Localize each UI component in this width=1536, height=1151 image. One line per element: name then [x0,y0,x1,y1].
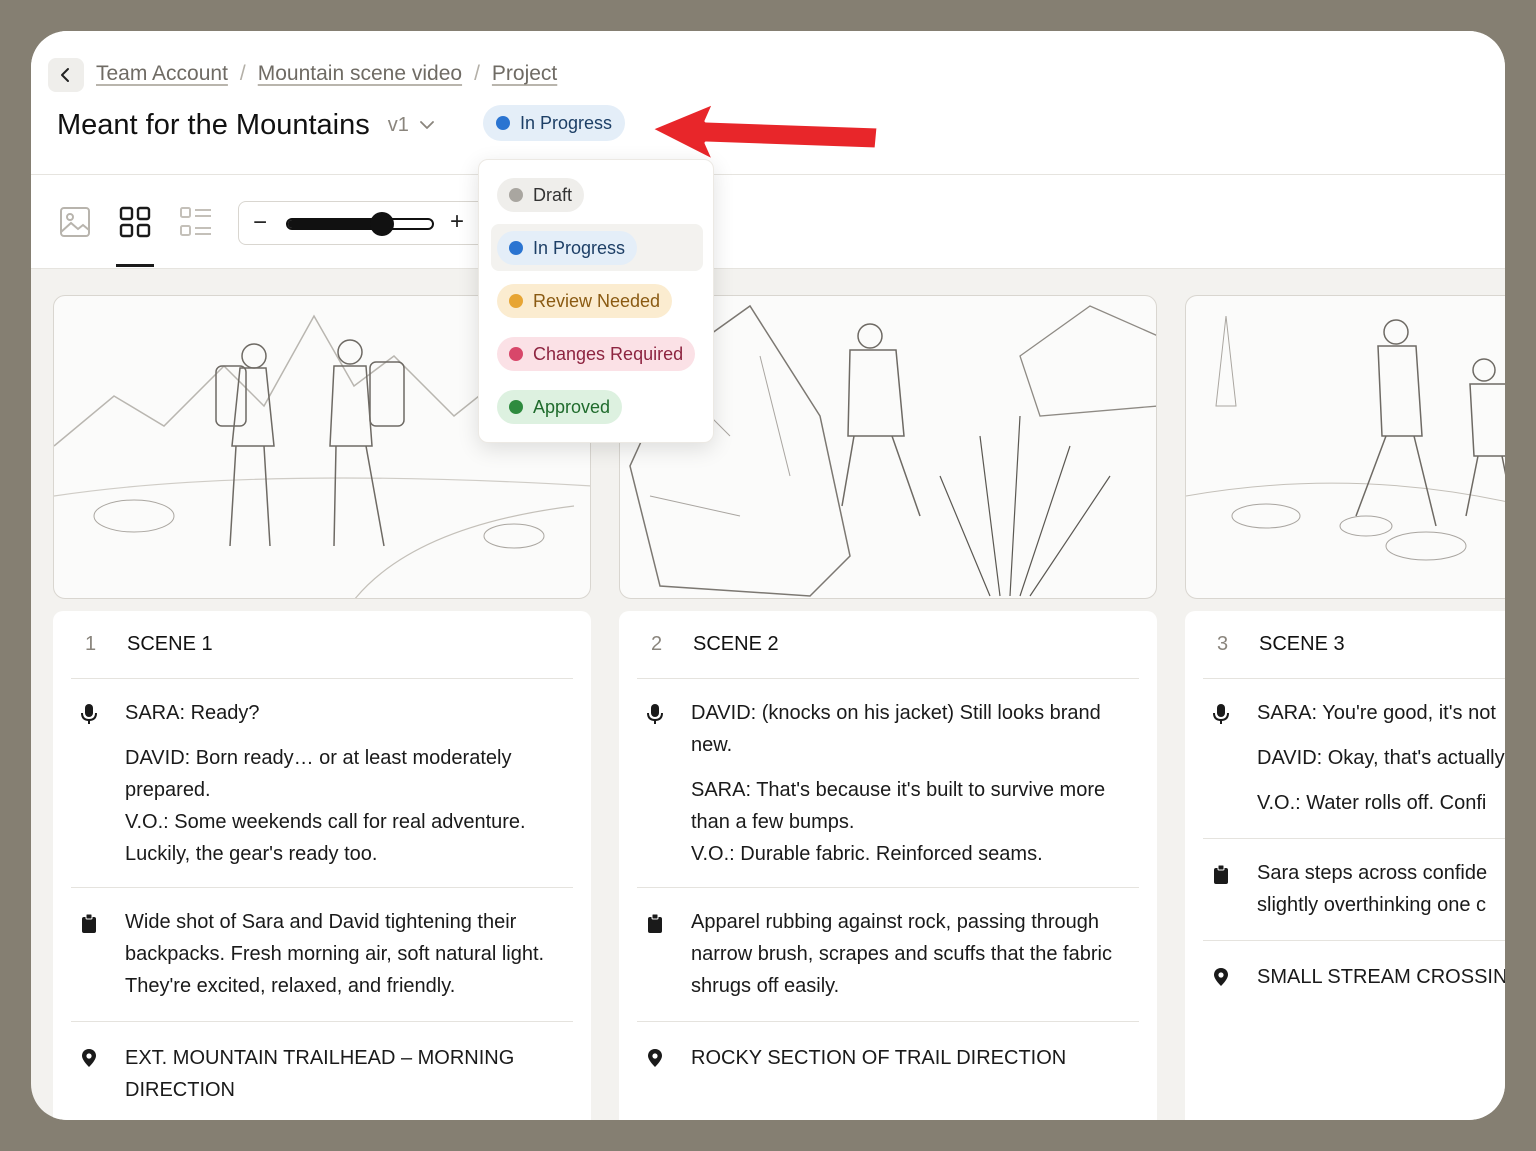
clipboard-icon [1214,865,1228,884]
list-view-icon[interactable] [179,206,213,238]
breadcrumb: Team Account / Mountain scene video / Pr… [96,62,557,86]
scene-card-2: 2 SCENE 2 DAVID: (knocks on his jacket) … [619,611,1157,1120]
page-header: Team Account / Mountain scene video / Pr… [31,31,1505,175]
scene-title[interactable]: SCENE 2 [693,633,779,656]
dialogue-line: SARA: You're good, it's not [1257,702,1496,724]
red-arrow-annotation [649,101,880,163]
status-option-draft[interactable]: Draft [497,178,585,212]
status-option-label: In Progress [533,237,626,258]
zoom-slider-fill [288,220,382,228]
view-toolbar: − + [31,175,1505,269]
zoom-in-button[interactable]: + [450,208,464,236]
status-dot [509,188,523,202]
dialogue-text: DAVID: (knocks on his jacket) Still look… [691,697,1139,870]
dialogue-section: SARA: You're good, it's not DAVID: Okay,… [1203,679,1505,839]
scene-3-sketch [1186,315,1505,561]
status-dot [509,294,523,308]
status-option-label: Review Needed [533,290,661,311]
status-dot [509,347,523,361]
description-text: Wide shot of Sara and David tightening t… [125,906,573,1002]
zoom-out-button[interactable]: − [253,209,267,237]
dialogue-line: V.O.: Water rolls off. Confi [1257,792,1487,814]
status-dot [509,400,523,414]
status-dot [509,241,523,255]
scene-number: 1 [85,633,97,655]
status-badge[interactable]: In Progress [483,105,626,141]
status-option-label: Changes Required [533,343,684,364]
breadcrumb-separator: / [239,62,246,85]
dialogue-text: SARA: Ready? DAVID: Born ready… or at le… [125,697,573,870]
scene-3-image[interactable] [1185,295,1505,599]
status-option-changes-required[interactable]: Changes Required [497,337,696,371]
breadcrumb-separator: / [474,62,480,85]
active-view-indicator [116,264,154,267]
description-line: Apparel rubbing against rock, passing th… [691,911,1112,997]
scene-number: 3 [1217,633,1229,655]
description-section: Apparel rubbing against rock, passing th… [637,888,1139,1022]
status-option-label: Draft [533,184,573,205]
dialogue-section: SARA: Ready? DAVID: Born ready… or at le… [71,679,573,888]
location-line: ROCKY SECTION OF TRAIL DIRECTION [691,1047,1067,1069]
breadcrumb-project[interactable]: Project [492,62,557,86]
description-section: Sara steps across confide slightly overt… [1203,839,1505,941]
version-selector[interactable]: v1 [388,114,409,137]
zoom-slider[interactable] [286,218,434,230]
status-option-in-progress[interactable]: In Progress [497,231,638,265]
clipboard-icon [648,914,662,933]
description-section: Wide shot of Sara and David tightening t… [71,888,573,1022]
location-text: ROCKY SECTION OF TRAIL DIRECTION [691,1042,1139,1074]
chevron-left-icon [61,68,69,82]
chevron-down-icon[interactable] [419,120,435,130]
breadcrumb-team-account[interactable]: Team Account [96,62,228,86]
dialogue-line: DAVID: Born ready… or at least moderatel… [125,747,526,865]
location-pin-icon [1214,968,1228,986]
location-section: ROCKY SECTION OF TRAIL DIRECTION [637,1022,1139,1120]
page-title: Meant for the Mountains [57,108,370,141]
scene-title[interactable]: SCENE 3 [1259,633,1345,656]
status-label: In Progress [520,112,613,133]
description-text: Sara steps across confide slightly overt… [1257,857,1505,923]
description-line: Wide shot of Sara and David tightening t… [125,911,545,997]
location-pin-icon [82,1049,96,1067]
description-line: Sara steps across confide slightly overt… [1257,862,1488,916]
microphone-icon [81,704,97,724]
status-option-review-needed[interactable]: Review Needed [497,284,673,318]
dialogue-section: DAVID: (knocks on his jacket) Still look… [637,679,1139,888]
app-window: Team Account / Mountain scene video / Pr… [31,31,1505,1120]
scene-card-3: 3 SCENE 3 SARA: You're good, it's not DA… [1185,611,1505,1120]
location-text: EXT. MOUNTAIN TRAILHEAD – MORNING DIRECT… [125,1042,573,1106]
scene-card-1: 1 SCENE 1 SARA: Ready? DAVID: Born ready… [53,611,591,1120]
dialogue-line: DAVID: (knocks on his jacket) Still look… [691,702,1101,756]
status-dot [496,116,510,130]
location-pin-icon [648,1049,662,1067]
back-button[interactable] [48,58,84,92]
image-view-icon[interactable] [59,206,91,238]
title-row: Meant for the Mountains v1 [57,105,435,145]
location-section: EXT. MOUNTAIN TRAILHEAD – MORNING DIRECT… [71,1022,573,1120]
status-dropdown-menu: Draft In Progress Review Needed Changes … [478,159,714,443]
scene-title[interactable]: SCENE 1 [127,633,213,656]
grid-view-icon[interactable] [119,206,151,238]
status-option-approved[interactable]: Approved [497,390,623,424]
scene-header: 2 SCENE 2 [637,611,1139,679]
dialogue-line: SARA: That's because it's built to survi… [691,779,1106,865]
status-option-label: Approved [533,396,611,417]
scene-header: 3 SCENE 3 [1203,611,1505,679]
breadcrumb-mountain-scene-video[interactable]: Mountain scene video [258,62,462,86]
location-line: EXT. MOUNTAIN TRAILHEAD – MORNING DIRECT… [125,1047,515,1101]
location-section: SMALL STREAM CROSSIN [1203,941,1505,1021]
description-text: Apparel rubbing against rock, passing th… [691,906,1139,1002]
dialogue-line: DAVID: Okay, that's actually [1257,747,1505,769]
location-text: SMALL STREAM CROSSIN [1257,961,1505,993]
microphone-icon [1213,704,1229,724]
dialogue-text: SARA: You're good, it's not DAVID: Okay,… [1257,697,1505,831]
location-line: SMALL STREAM CROSSIN [1257,966,1505,988]
microphone-icon [647,704,663,724]
dialogue-line: SARA: Ready? [125,702,260,724]
scene-number: 2 [651,633,663,655]
zoom-slider-thumb[interactable] [370,212,395,236]
clipboard-icon [82,914,96,933]
scene-header: 1 SCENE 1 [71,611,573,679]
